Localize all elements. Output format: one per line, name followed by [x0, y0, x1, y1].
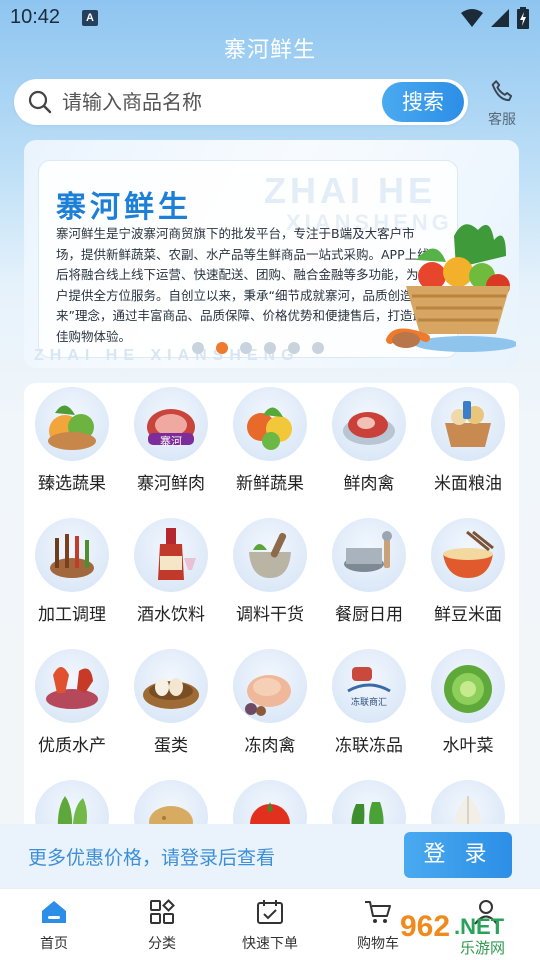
wine-icon	[134, 518, 208, 592]
search-input[interactable]	[62, 79, 382, 125]
egg-nest-icon	[134, 649, 208, 723]
svg-text:冻联商汇: 冻联商汇	[351, 696, 387, 708]
banner-pagination	[192, 342, 324, 354]
banner-title: 寨河鲜生	[56, 190, 192, 225]
app-title: 寨河鲜生	[223, 38, 316, 63]
wifi-icon	[461, 9, 483, 27]
category-item[interactable]: 冻肉禽	[222, 649, 318, 756]
fruit-veg-icon	[35, 387, 109, 461]
grain-basket-icon	[431, 387, 505, 461]
category-label: 优质水产	[38, 736, 106, 756]
steak-icon	[332, 387, 406, 461]
category-item[interactable]: 酒水饮料	[123, 518, 219, 625]
category-label: 蛋类	[154, 736, 188, 756]
nav-quick-order-label: 快速下单	[242, 936, 298, 952]
nav-home-label: 首页	[40, 936, 68, 952]
category-item[interactable]: 餐厨日用	[321, 518, 417, 625]
login-prompt-bar: 更多优惠价格，请登录后查看 登 录	[0, 824, 540, 888]
category-label: 餐厨日用	[335, 605, 403, 625]
meat-icon: 寨河	[134, 387, 208, 461]
category-label: 新鲜蔬果	[236, 474, 304, 494]
app-notification-icon: A	[82, 10, 98, 26]
vegetable-basket-icon	[386, 224, 516, 352]
cart-icon	[365, 901, 391, 923]
category-label: 冻联冻品	[335, 736, 403, 756]
category-item[interactable]: 水叶菜	[420, 649, 516, 756]
home-icon	[42, 901, 66, 923]
category-item[interactable]: 鲜豆米面	[420, 518, 516, 625]
cookware-icon	[332, 518, 406, 592]
seafood-icon	[35, 649, 109, 723]
noodle-bowl-icon	[431, 518, 505, 592]
category-label: 水叶菜	[442, 736, 494, 756]
calendar-check-icon	[257, 900, 283, 924]
fresh-produce-icon	[233, 387, 307, 461]
category-label: 调料干货	[236, 605, 304, 625]
phone-icon	[491, 80, 513, 102]
status-time: 10:42	[10, 6, 61, 28]
banner-dot-active[interactable]	[216, 342, 228, 354]
promo-banner[interactable]: ZHAI HE XIANSHENG 寨河鲜生 寨河鲜生是宁波寨河商贸旗下的批发平…	[24, 140, 519, 368]
category-item[interactable]: 米面粮油	[420, 387, 516, 494]
skewers-icon	[35, 518, 109, 592]
category-label: 冻肉禽	[244, 736, 296, 756]
category-item[interactable]: 调料干货	[222, 518, 318, 625]
category-item[interactable]: 鲜肉禽	[321, 387, 417, 494]
banner-dot[interactable]	[288, 342, 300, 354]
category-label: 米面粮油	[434, 474, 502, 494]
signal-icon	[491, 9, 509, 27]
category-icon	[150, 899, 175, 924]
customer-service-button[interactable]: 客服	[480, 78, 524, 129]
site-watermark-number: 962	[400, 910, 450, 943]
search-button[interactable]: 搜索	[382, 82, 464, 122]
banner-dot[interactable]	[192, 342, 204, 354]
login-prompt-text: 更多优惠价格，请登录后查看	[28, 847, 276, 869]
category-label: 鲜肉禽	[343, 474, 395, 494]
status-bar: 10:42 A	[0, 0, 540, 36]
category-item[interactable]: 新鲜蔬果	[222, 387, 318, 494]
battery-icon	[517, 7, 529, 29]
category-item[interactable]: 加工调理	[24, 518, 120, 625]
category-item[interactable]: 优质水产	[24, 649, 120, 756]
category-item[interactable]: 冻联商汇 冻联冻品	[321, 649, 417, 756]
nav-category-label: 分类	[148, 936, 176, 952]
banner-description: 寨河鲜生是宁波寨河商贸旗下的批发平台，专注于B端及大客户市场，提供新鲜蔬菜、农副…	[56, 226, 432, 344]
mortar-icon	[233, 518, 307, 592]
category-label: 加工调理	[38, 605, 106, 625]
banner-dot[interactable]	[264, 342, 276, 354]
banner-watermark-line1: ZHAI HE	[264, 170, 436, 211]
site-watermark-sub: 乐游网	[460, 939, 505, 956]
login-button[interactable]: 登 录	[404, 832, 512, 878]
frozen-chicken-icon	[233, 649, 307, 723]
category-item[interactable]: 寨河 寨河鲜肉	[123, 387, 219, 494]
site-watermark-logo: 962 .NET 乐游网	[400, 910, 505, 956]
lettuce-icon	[431, 649, 505, 723]
nav-quick-order[interactable]: 快速下单	[230, 899, 310, 953]
nav-home[interactable]: 首页	[14, 899, 94, 953]
banner-dot[interactable]	[312, 342, 324, 354]
search-icon	[28, 90, 52, 114]
search-bar: 搜索	[14, 79, 468, 125]
customer-service-label: 客服	[488, 112, 516, 128]
category-label: 寨河鲜肉	[137, 474, 205, 494]
banner-dot[interactable]	[240, 342, 252, 354]
site-watermark-suffix: .NET	[454, 914, 505, 939]
category-panel: 臻选蔬果 寨河 寨河鲜肉 新鲜蔬果 鲜肉禽 米面粮油 加工调理 酒水饮料 调料干货 餐厨日用 鲜豆米…	[24, 383, 519, 854]
category-label: 臻选蔬果	[38, 474, 106, 494]
category-label: 酒水饮料	[137, 605, 205, 625]
category-item[interactable]: 臻选蔬果	[24, 387, 120, 494]
frozen-brand-icon: 冻联商汇	[332, 649, 406, 723]
status-indicators	[460, 7, 530, 29]
category-item[interactable]: 蛋类	[123, 649, 219, 756]
nav-category[interactable]: 分类	[122, 899, 202, 953]
category-badge: 寨河	[160, 435, 182, 448]
category-label: 鲜豆米面	[434, 605, 502, 625]
